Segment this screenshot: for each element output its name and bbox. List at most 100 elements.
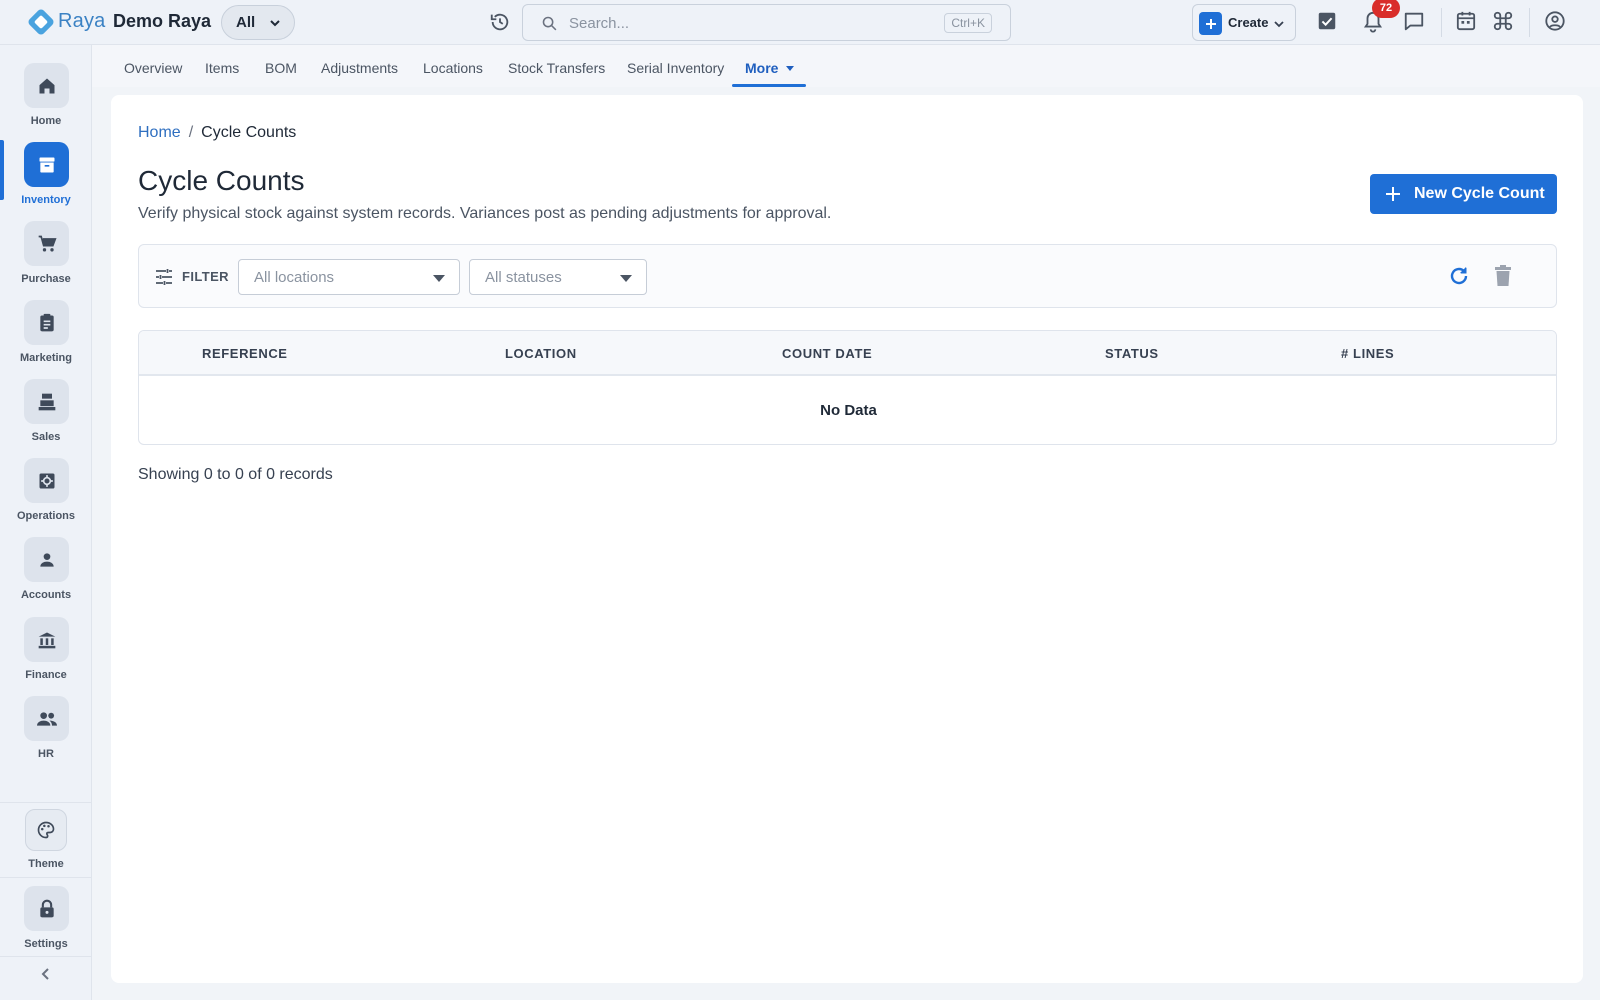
divider xyxy=(1529,8,1530,37)
sidebar-item-hr[interactable]: HR xyxy=(0,696,92,776)
sidebar-item-label: Operations xyxy=(16,510,76,522)
sidebar-item-inventory[interactable]: Inventory xyxy=(0,142,92,222)
person-icon xyxy=(24,537,69,582)
tasks-icon[interactable] xyxy=(1316,10,1338,32)
column-header-count-date[interactable]: COUNT DATE xyxy=(782,346,872,361)
calendar-icon[interactable] xyxy=(1456,10,1476,32)
sidebar-item-label: Inventory xyxy=(21,194,71,206)
tab-serial-inventory[interactable]: Serial Inventory xyxy=(627,60,724,76)
column-header-location[interactable]: LOCATION xyxy=(505,346,577,361)
account-icon[interactable] xyxy=(1544,10,1566,32)
column-header-reference[interactable]: REFERENCE xyxy=(202,346,288,361)
tab-items[interactable]: Items xyxy=(205,60,239,76)
caret-down-icon xyxy=(786,66,795,72)
sidebar-item-label: Settings xyxy=(24,938,68,950)
breadcrumb-separator: / xyxy=(188,124,194,141)
refresh-icon[interactable] xyxy=(1447,264,1471,288)
filter-label: FILTER xyxy=(182,269,229,284)
top-bar: Raya Demo Raya All Ctrl+K Create 72 xyxy=(0,0,1600,45)
company-name: Demo Raya xyxy=(113,11,212,31)
plus-icon xyxy=(1199,12,1222,35)
palette-icon xyxy=(25,809,67,851)
global-search[interactable]: Ctrl+K xyxy=(522,4,1011,41)
new-cycle-count-button[interactable]: New Cycle Count xyxy=(1370,174,1557,214)
main-card: Home / Cycle Counts Cycle Counts Verify ph… xyxy=(111,95,1583,983)
sidebar-item-label: Marketing xyxy=(20,352,72,364)
clipboard-icon xyxy=(24,300,69,345)
records-summary: Showing 0 to 0 of 0 records xyxy=(138,466,333,483)
column-header-lines[interactable]: # LINES xyxy=(1341,346,1394,361)
command-icon[interactable] xyxy=(1492,10,1514,32)
brand-name: Raya xyxy=(58,10,106,32)
divider xyxy=(0,877,92,878)
caret-down-icon xyxy=(620,275,632,282)
sidebar-item-label: Accounts xyxy=(20,589,72,601)
module-tabs: Overview Items BOM Adjustments Locations… xyxy=(92,45,1600,87)
tab-stock-transfers[interactable]: Stock Transfers xyxy=(508,60,605,76)
sidebar-item-settings[interactable]: Settings xyxy=(0,886,92,966)
cycle-counts-table: REFERENCE LOCATION COUNT DATE STATUS # L… xyxy=(138,330,1557,445)
chevron-down-icon xyxy=(1273,18,1285,30)
delete-icon[interactable] xyxy=(1492,264,1514,288)
sidebar-item-label: Finance xyxy=(25,669,67,681)
tab-adjustments[interactable]: Adjustments xyxy=(321,60,398,76)
create-button[interactable]: Create xyxy=(1192,4,1296,41)
sidebar-item-marketing[interactable]: Marketing xyxy=(0,300,92,380)
home-icon xyxy=(24,63,69,108)
plus-icon xyxy=(1385,186,1401,202)
active-tab-indicator xyxy=(732,84,806,87)
cart-icon xyxy=(24,221,69,266)
search-input[interactable] xyxy=(569,13,949,33)
breadcrumb-current: Cycle Counts xyxy=(201,124,297,141)
caret-down-icon xyxy=(433,275,445,282)
empty-state: No Data xyxy=(820,402,877,419)
sidebar-item-label: Purchase xyxy=(21,273,71,285)
breadcrumb-home[interactable]: Home xyxy=(138,124,181,141)
scope-select-value: All xyxy=(236,14,256,31)
history-icon[interactable] xyxy=(489,11,511,33)
chevron-left-icon[interactable] xyxy=(38,966,54,982)
tune-icon xyxy=(155,268,173,286)
tab-more-label: More xyxy=(745,60,779,76)
sidebar-item-sales[interactable]: Sales xyxy=(0,379,92,459)
raya-logo[interactable] xyxy=(26,7,56,37)
breadcrumb: Home / Cycle Counts xyxy=(138,124,296,142)
divider xyxy=(0,956,92,957)
sidebar-item-home[interactable]: Home xyxy=(0,63,92,143)
gear-box-icon xyxy=(24,458,69,503)
sidebar-item-accounts[interactable]: Accounts xyxy=(0,537,92,617)
search-shortcut-hint: Ctrl+K xyxy=(944,13,992,33)
tab-more[interactable]: More xyxy=(745,60,795,76)
register-icon xyxy=(24,379,69,424)
create-button-label: Create xyxy=(1228,15,1269,30)
sidebar-item-label: Home xyxy=(30,115,62,127)
sidebar-item-purchase[interactable]: Purchase xyxy=(0,221,92,301)
divider xyxy=(1441,8,1442,37)
sidebar-item-finance[interactable]: Finance xyxy=(0,617,92,697)
sidebar: Home Inventory Purchase Marketing Sales … xyxy=(0,45,92,1000)
status-filter-value: All statuses xyxy=(485,269,562,286)
page-title: Cycle Counts xyxy=(138,165,305,196)
scope-select[interactable]: All xyxy=(221,5,295,40)
lock-icon xyxy=(24,886,69,931)
chat-icon[interactable] xyxy=(1403,10,1425,32)
divider xyxy=(0,802,92,803)
sidebar-item-label: Theme xyxy=(28,858,64,870)
tab-locations[interactable]: Locations xyxy=(423,60,483,76)
search-icon xyxy=(541,15,558,32)
bank-icon xyxy=(24,617,69,662)
status-filter-select[interactable]: All statuses xyxy=(469,259,647,295)
tab-bom[interactable]: BOM xyxy=(265,60,297,76)
sidebar-item-label: HR xyxy=(38,748,54,760)
sidebar-item-label: Sales xyxy=(31,431,61,443)
new-cycle-count-label: New Cycle Count xyxy=(1414,185,1545,202)
chevron-down-icon xyxy=(268,16,282,30)
location-filter-select[interactable]: All locations xyxy=(238,259,460,295)
notification-badge: 72 xyxy=(1372,0,1400,18)
column-header-status[interactable]: STATUS xyxy=(1105,346,1159,361)
sidebar-item-operations[interactable]: Operations xyxy=(0,458,92,538)
filter-bar: FILTER All locations All statuses xyxy=(138,244,1557,308)
people-icon xyxy=(24,696,69,741)
tab-overview[interactable]: Overview xyxy=(124,60,182,76)
table-header: REFERENCE LOCATION COUNT DATE STATUS # L… xyxy=(139,331,1556,376)
